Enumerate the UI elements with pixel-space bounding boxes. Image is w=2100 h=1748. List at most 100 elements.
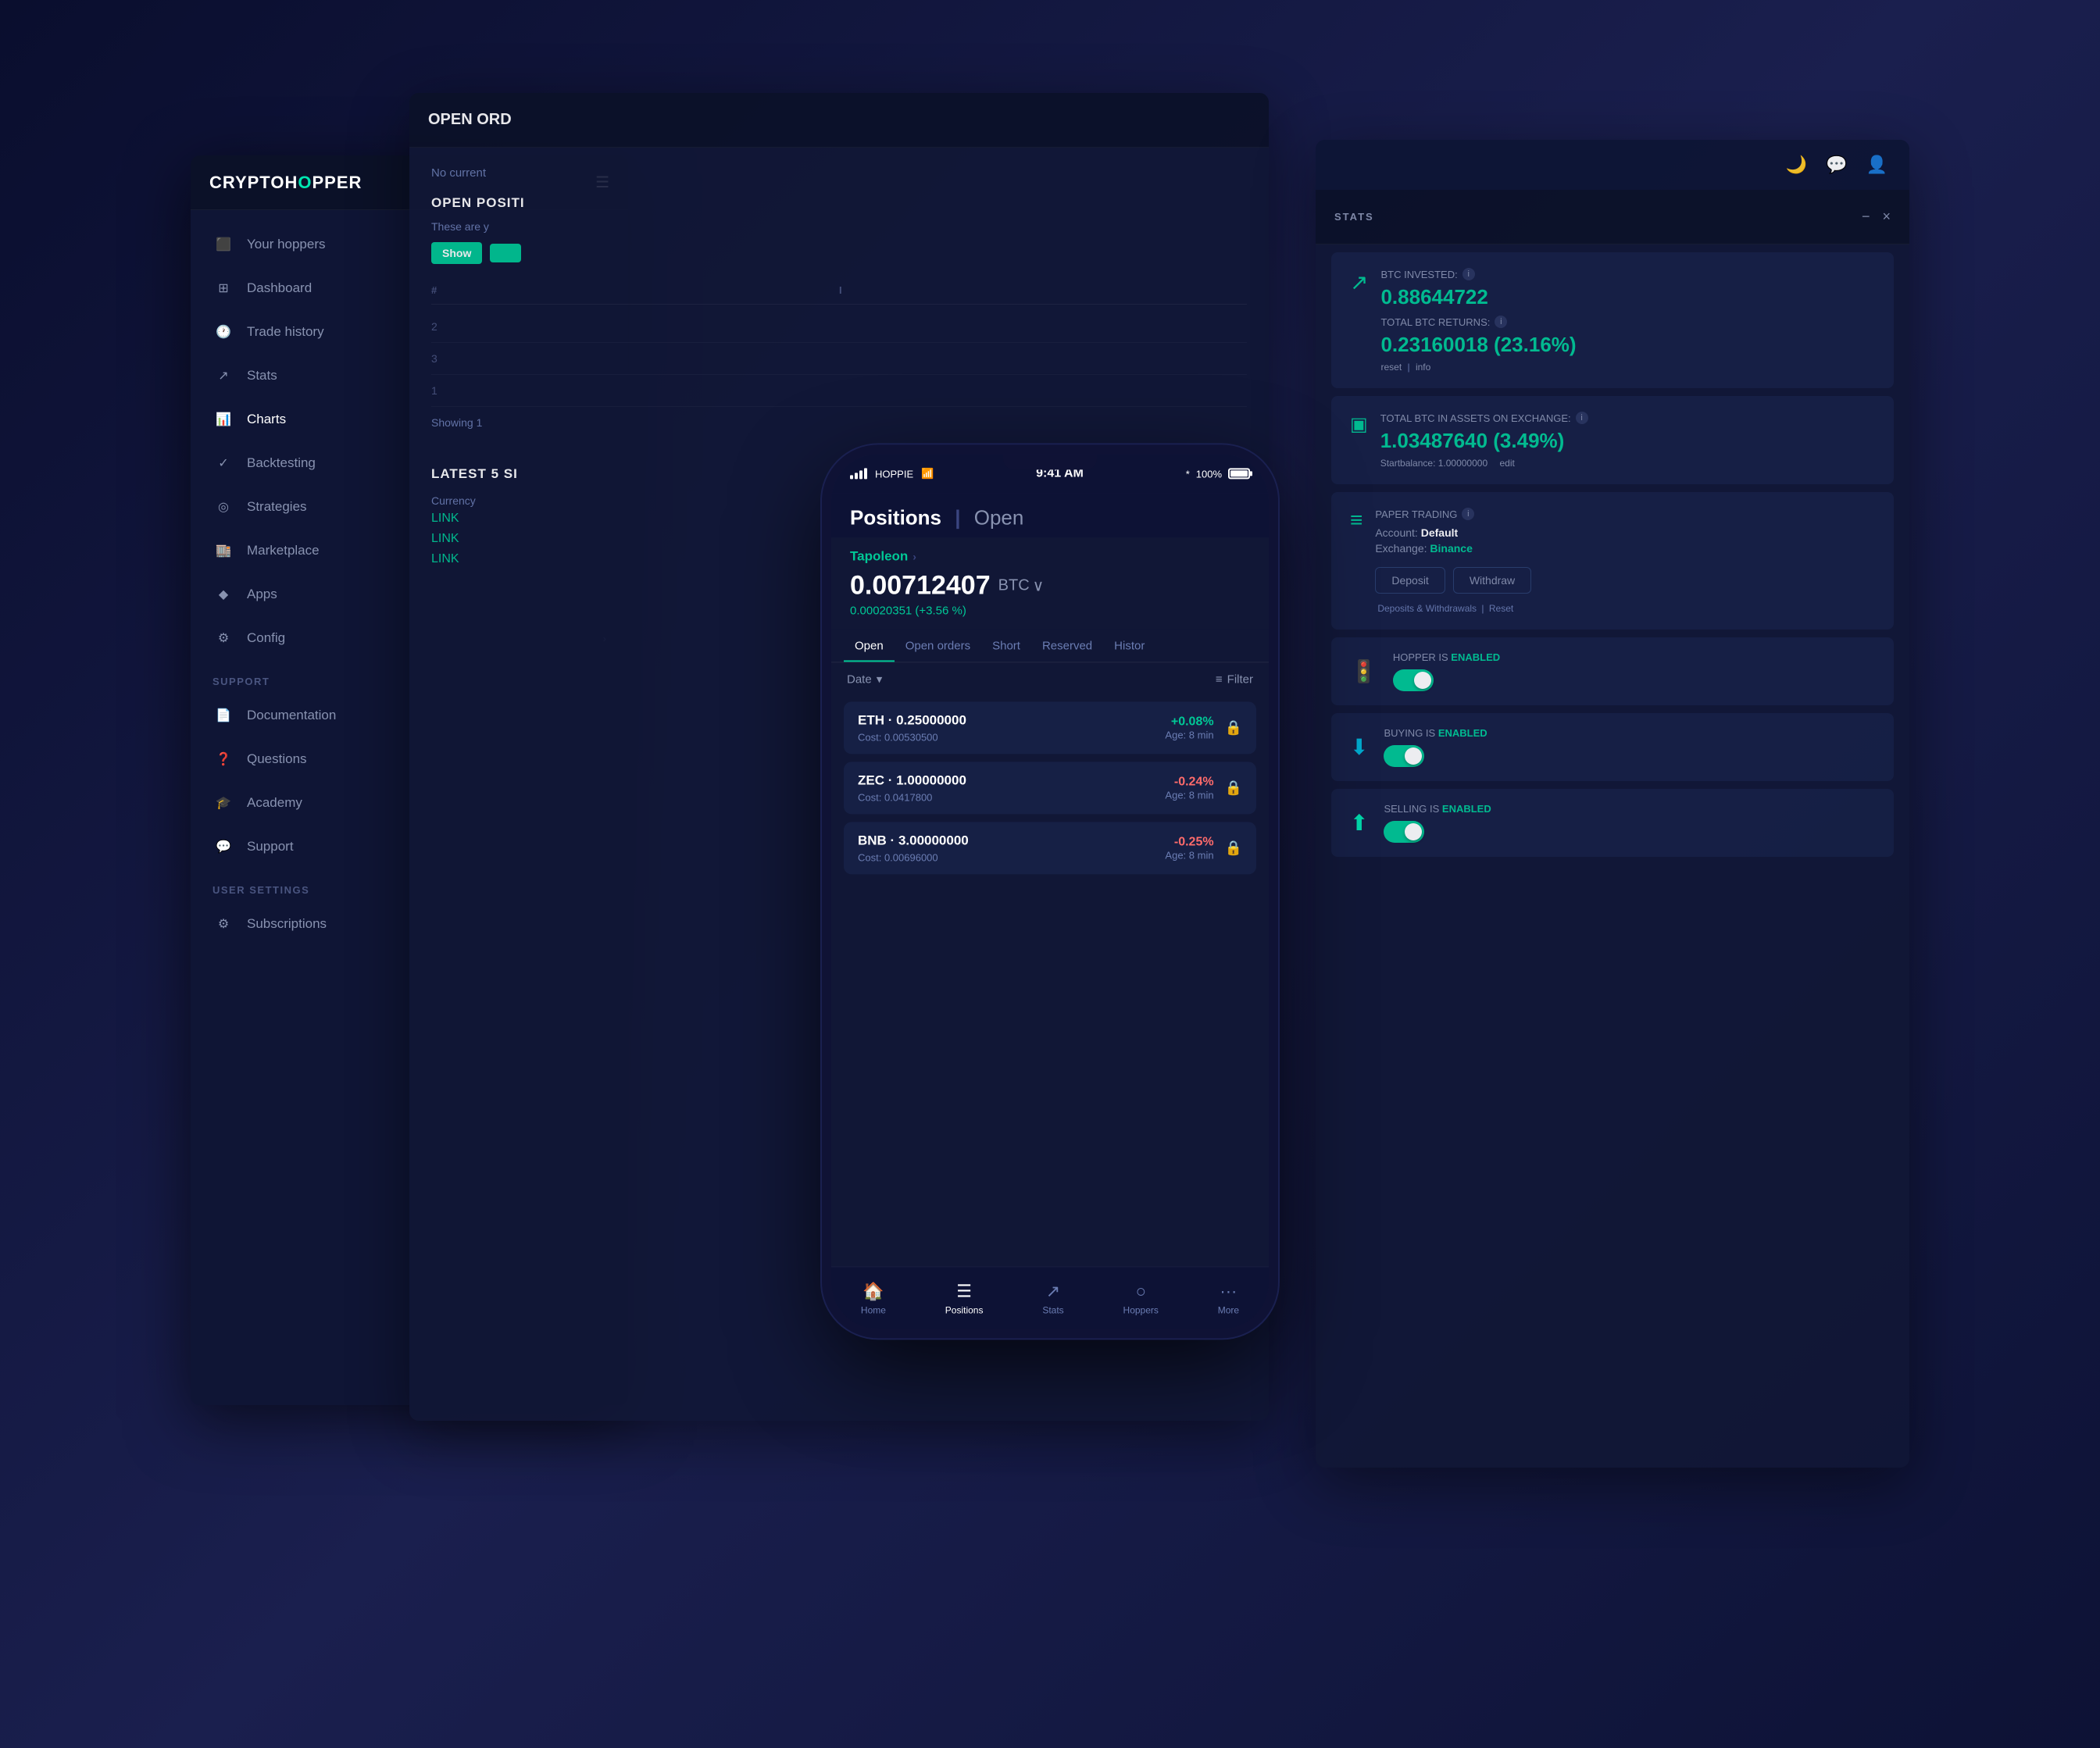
these-are-text: These are y — [431, 220, 1247, 233]
docs-icon: 📄 — [212, 705, 234, 726]
btc-amount: 0.00712407 BTC ∨ — [831, 570, 1269, 601]
stats-panel: 🌙 💬 👤 STATS − × ↗ BTC INVESTED: i — [1316, 140, 1909, 1468]
reset-link-2[interactable]: Reset — [1489, 603, 1513, 614]
open-positions-header: Open Positi — [431, 195, 1247, 211]
backtesting-icon: ✓ — [212, 452, 234, 474]
charts-icon: 📊 — [212, 408, 234, 430]
subscriptions-icon: ⚙ — [212, 913, 234, 935]
signal-bar-1 — [850, 475, 853, 479]
minimize-button[interactable]: − — [1862, 209, 1870, 225]
pos-age: Age: 8 min — [1165, 849, 1213, 861]
no-current-text: No current — [431, 166, 1247, 180]
info-icon-2: i — [1495, 316, 1507, 328]
bottom-nav-more[interactable]: ··· More — [1218, 1281, 1239, 1315]
battery-fill — [1230, 470, 1248, 476]
btc-invested-card: ↗ BTC INVESTED: i 0.88644722 TOTAL BTC R… — [1331, 252, 1894, 388]
tab-reserved[interactable]: Reserved — [1031, 630, 1103, 662]
total-assets-card: ▣ TOTAL BTC IN ASSETS ON EXCHANGE: i 1.0… — [1331, 396, 1894, 484]
moon-icon[interactable]: 🌙 — [1786, 155, 1807, 175]
position-item-zec[interactable]: ZEC · 1.00000000 Cost: 0.0417800 -0.24% … — [844, 762, 1256, 814]
table-row: 3 — [431, 343, 1247, 375]
user-icon[interactable]: 👤 — [1866, 155, 1888, 175]
stats-nav-icon: ↗ — [1046, 1281, 1060, 1301]
positions-list: ETH · 0.25000000 Cost: 0.00530500 +0.08%… — [831, 695, 1269, 1266]
battery-indicator — [1228, 468, 1250, 479]
positions-label: Positions — [945, 1304, 984, 1315]
position-item-eth[interactable]: ETH · 0.25000000 Cost: 0.00530500 +0.08%… — [844, 701, 1256, 754]
pos-age: Age: 8 min — [1165, 729, 1213, 740]
btc-dropdown-icon[interactable]: ∨ — [1033, 576, 1045, 595]
hopper-name[interactable]: Tapoleon › — [831, 537, 1269, 570]
home-icon: 🏠 — [862, 1281, 884, 1301]
marketplace-icon: 🏬 — [212, 540, 234, 562]
stats-title: STATS — [1334, 211, 1374, 223]
chat-icon[interactable]: 💬 — [1826, 155, 1847, 175]
pos-left: ZEC · 1.00000000 Cost: 0.0417800 — [858, 772, 1165, 803]
bottom-nav-stats[interactable]: ↗ Stats — [1042, 1281, 1063, 1315]
filter-icon: ≡ — [1216, 672, 1223, 686]
pos-right: -0.24% Age: 8 min — [1165, 775, 1213, 801]
btc-currency: BTC ∨ — [998, 576, 1045, 595]
positions-icon: ☰ — [956, 1281, 972, 1301]
tab-history[interactable]: Histor — [1103, 630, 1155, 662]
signal-bar-2 — [855, 473, 858, 479]
table-header: # I — [431, 276, 1247, 305]
date-filter[interactable]: Date ▾ — [847, 672, 882, 686]
more-nav-icon: ··· — [1220, 1281, 1237, 1301]
sidebar-item-label: Documentation — [247, 708, 336, 723]
open-orders-section: No current Open Positi These are y Show … — [409, 148, 1269, 448]
tab-open-orders[interactable]: Open orders — [895, 630, 981, 662]
pos-change: +0.08% — [1165, 715, 1213, 729]
bottom-nav-home[interactable]: 🏠 Home — [861, 1281, 886, 1315]
tab-short[interactable]: Short — [981, 630, 1031, 662]
download-arrow-icon: ⬇ — [1350, 734, 1368, 760]
hopper-toggle[interactable] — [1393, 669, 1434, 691]
status-right: * 100% — [1186, 468, 1250, 480]
brand-logo: CRYPTOHOPPER — [209, 173, 362, 193]
more-nav-label: More — [1218, 1304, 1239, 1315]
paper-trading-icon: ≡ — [1350, 508, 1362, 533]
tab-open[interactable]: Open — [844, 630, 895, 662]
stat-card-header-2: ▣ TOTAL BTC IN ASSETS ON EXCHANGE: i 1.0… — [1350, 412, 1875, 469]
pos-cost: Cost: 0.00530500 — [858, 731, 1165, 743]
deposit-button[interactable]: Deposit — [1375, 567, 1445, 594]
bottom-nav-positions[interactable]: ☰ Positions — [945, 1281, 984, 1315]
pos-change: -0.24% — [1165, 775, 1213, 789]
stat-content: BTC INVESTED: i 0.88644722 TOTAL BTC RET… — [1380, 268, 1875, 373]
close-button[interactable]: × — [1882, 209, 1891, 225]
phone-content: Tapoleon › 0.00712407 BTC ∨ 0.00020351 (… — [831, 537, 1269, 1329]
home-label: Home — [861, 1304, 886, 1315]
buying-toggle[interactable] — [1384, 745, 1424, 767]
window-controls: − × — [1862, 209, 1891, 225]
paper-trading-title: PAPER TRADING i — [1375, 508, 1875, 520]
lock-icon: 🔒 — [1225, 779, 1242, 796]
pos-name: ZEC · 1.00000000 — [858, 772, 1165, 788]
position-item-bnb[interactable]: BNB · 3.00000000 Cost: 0.00696000 -0.25%… — [844, 822, 1256, 874]
deposits-withdrawals-link[interactable]: Deposits & Withdrawals — [1377, 603, 1477, 614]
edit-link[interactable]: edit — [1499, 458, 1514, 469]
table-row: 1 — [431, 375, 1247, 407]
show-row: Show — [431, 242, 1247, 264]
reset-link[interactable]: reset — [1380, 362, 1402, 373]
pos-change: -0.25% — [1165, 835, 1213, 849]
lock-icon: 🔒 — [1225, 719, 1242, 736]
upload-arrow-icon: ⬆ — [1350, 810, 1368, 836]
sidebar-item-label: Strategies — [247, 499, 307, 515]
btc-change: 0.00020351 (+3.56 %) — [831, 601, 1269, 630]
filter-button[interactable]: ≡ Filter — [1216, 672, 1253, 686]
pos-name: BNB · 3.00000000 — [858, 833, 1165, 848]
bottom-nav-hoppers[interactable]: ○ Hoppers — [1123, 1281, 1159, 1315]
account-value: Default — [1421, 526, 1458, 539]
info-link[interactable]: info — [1416, 362, 1430, 373]
sidebar-item-label: Subscriptions — [247, 916, 327, 932]
exchange-value: Binance — [1430, 542, 1472, 555]
sidebar-item-label: Marketplace — [247, 543, 320, 558]
selling-toggle-content: SELLING IS ENABLED — [1384, 803, 1875, 843]
withdraw-button[interactable]: Withdraw — [1453, 567, 1531, 594]
sidebar-item-label: Your hoppers — [247, 237, 326, 252]
selling-toggle[interactable] — [1384, 821, 1424, 843]
info-icon-3: i — [1576, 412, 1588, 424]
signal-bars — [850, 468, 867, 479]
show-button[interactable]: Show — [431, 242, 482, 264]
battery-percent: 100% — [1196, 468, 1222, 480]
